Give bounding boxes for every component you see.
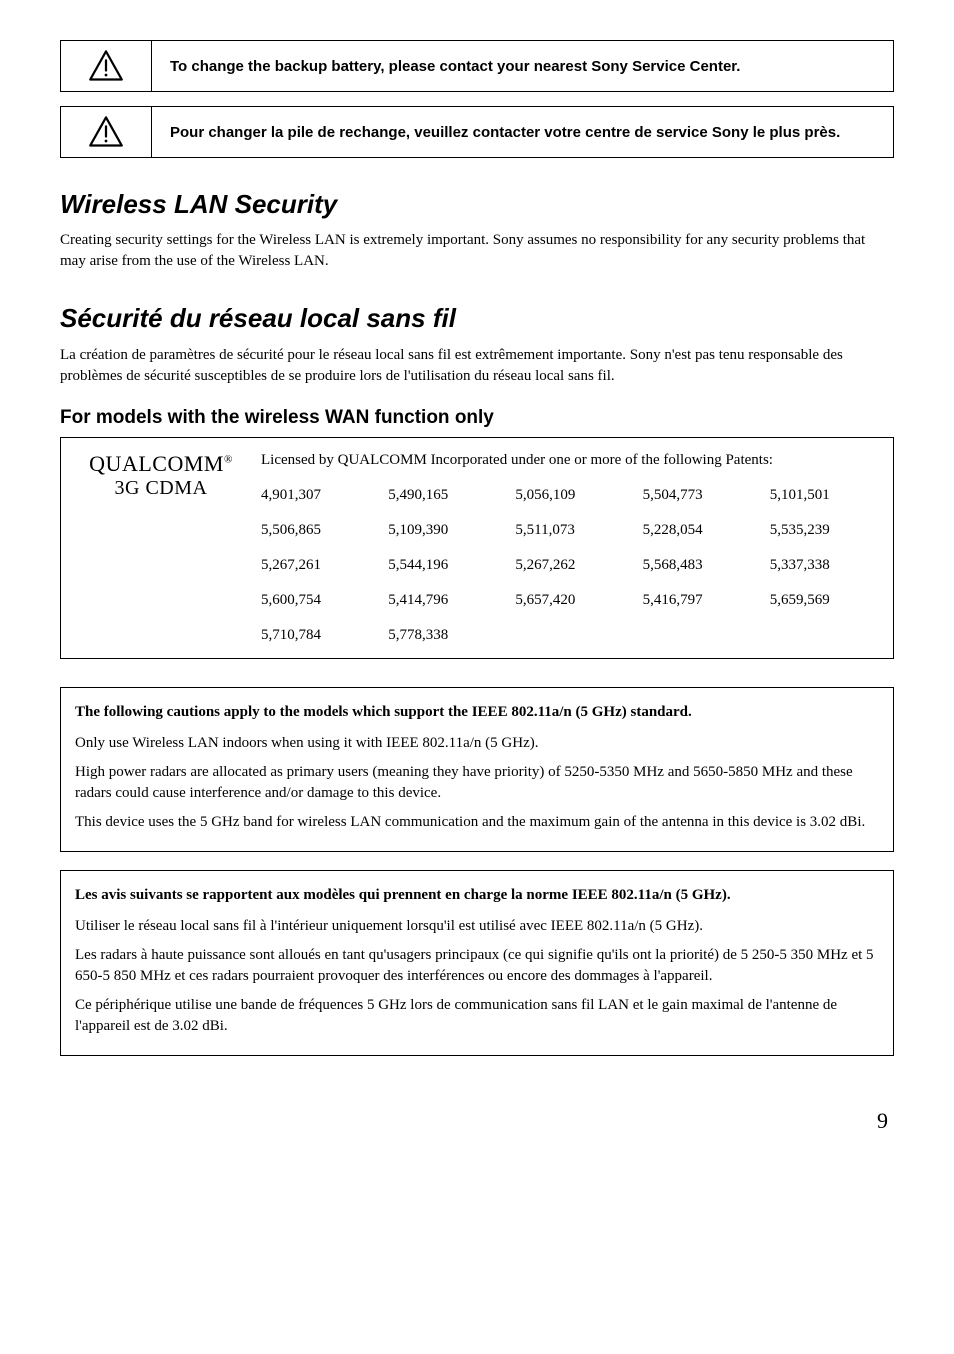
- caution-p1-fr: Utiliser le réseau local sans fil à l'in…: [75, 916, 879, 937]
- subheading-wwan: For models with the wireless WAN functio…: [60, 405, 894, 432]
- warning-icon-cell: [61, 41, 152, 91]
- patent-number: 5,600,754: [261, 590, 368, 611]
- patent-number: 5,544,196: [388, 555, 495, 576]
- caution-box-en: The following cautions apply to the mode…: [60, 687, 894, 852]
- patent-number: 5,657,420: [515, 590, 622, 611]
- patent-box: QUALCOMM® 3G CDMA Licensed by QUALCOMM I…: [60, 437, 894, 659]
- warning-triangle-icon: [88, 114, 124, 150]
- patent-number: 5,659,569: [770, 590, 877, 611]
- patent-intro: Licensed by QUALCOMM Incorporated under …: [261, 450, 877, 471]
- warning-text-fr: Pour changer la pile de rechange, veuill…: [152, 112, 893, 153]
- patent-number: 4,901,307: [261, 485, 368, 506]
- patent-grid: 4,901,307 5,490,165 5,056,109 5,504,773 …: [261, 485, 877, 646]
- caution-lead-en: The following cautions apply to the mode…: [75, 702, 879, 723]
- patent-number: 5,101,501: [770, 485, 877, 506]
- caution-p2-en: High power radars are allocated as prima…: [75, 762, 879, 804]
- patent-number: 5,267,261: [261, 555, 368, 576]
- patent-number: 5,109,390: [388, 520, 495, 541]
- patent-number: 5,511,073: [515, 520, 622, 541]
- caution-p1-en: Only use Wireless LAN indoors when using…: [75, 733, 879, 754]
- body-wlan-security-fr: La création de paramètres de sécurité po…: [60, 345, 894, 387]
- qualcomm-logo: QUALCOMM® 3G CDMA: [61, 450, 261, 646]
- qualcomm-name: QUALCOMM: [89, 451, 224, 476]
- page-number: 9: [60, 1106, 894, 1137]
- warning-box-en: To change the backup battery, please con…: [60, 40, 894, 92]
- caution-p3-en: This device uses the 5 GHz band for wire…: [75, 812, 879, 833]
- caution-lead-fr: Les avis suivants se rapportent aux modè…: [75, 885, 879, 906]
- patent-number: 5,568,483: [643, 555, 750, 576]
- caution-p2-fr: Les radars à haute puissance sont alloué…: [75, 945, 879, 987]
- patent-number: 5,337,338: [770, 555, 877, 576]
- qualcomm-logo-top: QUALCOMM®: [61, 452, 261, 476]
- patent-number: 5,416,797: [643, 590, 750, 611]
- heading-wlan-security-fr: Sécurité du réseau local sans fil: [60, 300, 894, 336]
- patent-number: 5,056,109: [515, 485, 622, 506]
- patent-number: 5,504,773: [643, 485, 750, 506]
- patent-number: 5,710,784: [261, 625, 368, 646]
- patent-number: 5,414,796: [388, 590, 495, 611]
- qualcomm-logo-bottom: 3G CDMA: [61, 477, 261, 499]
- warning-icon-cell: [61, 107, 152, 157]
- warning-box-fr: Pour changer la pile de rechange, veuill…: [60, 106, 894, 158]
- patent-content: Licensed by QUALCOMM Incorporated under …: [261, 450, 877, 646]
- patent-number: 5,490,165: [388, 485, 495, 506]
- patent-number: 5,506,865: [261, 520, 368, 541]
- heading-wlan-security-en: Wireless LAN Security: [60, 186, 894, 222]
- patent-number: 5,778,338: [388, 625, 495, 646]
- qualcomm-reg-mark: ®: [224, 454, 233, 466]
- caution-box-fr: Les avis suivants se rapportent aux modè…: [60, 870, 894, 1056]
- patent-number: 5,535,239: [770, 520, 877, 541]
- warning-text-en: To change the backup battery, please con…: [152, 46, 893, 87]
- patent-number: 5,228,054: [643, 520, 750, 541]
- caution-p3-fr: Ce périphérique utilise une bande de fré…: [75, 995, 879, 1037]
- patent-number: 5,267,262: [515, 555, 622, 576]
- warning-triangle-icon: [88, 48, 124, 84]
- body-wlan-security-en: Creating security settings for the Wirel…: [60, 230, 894, 272]
